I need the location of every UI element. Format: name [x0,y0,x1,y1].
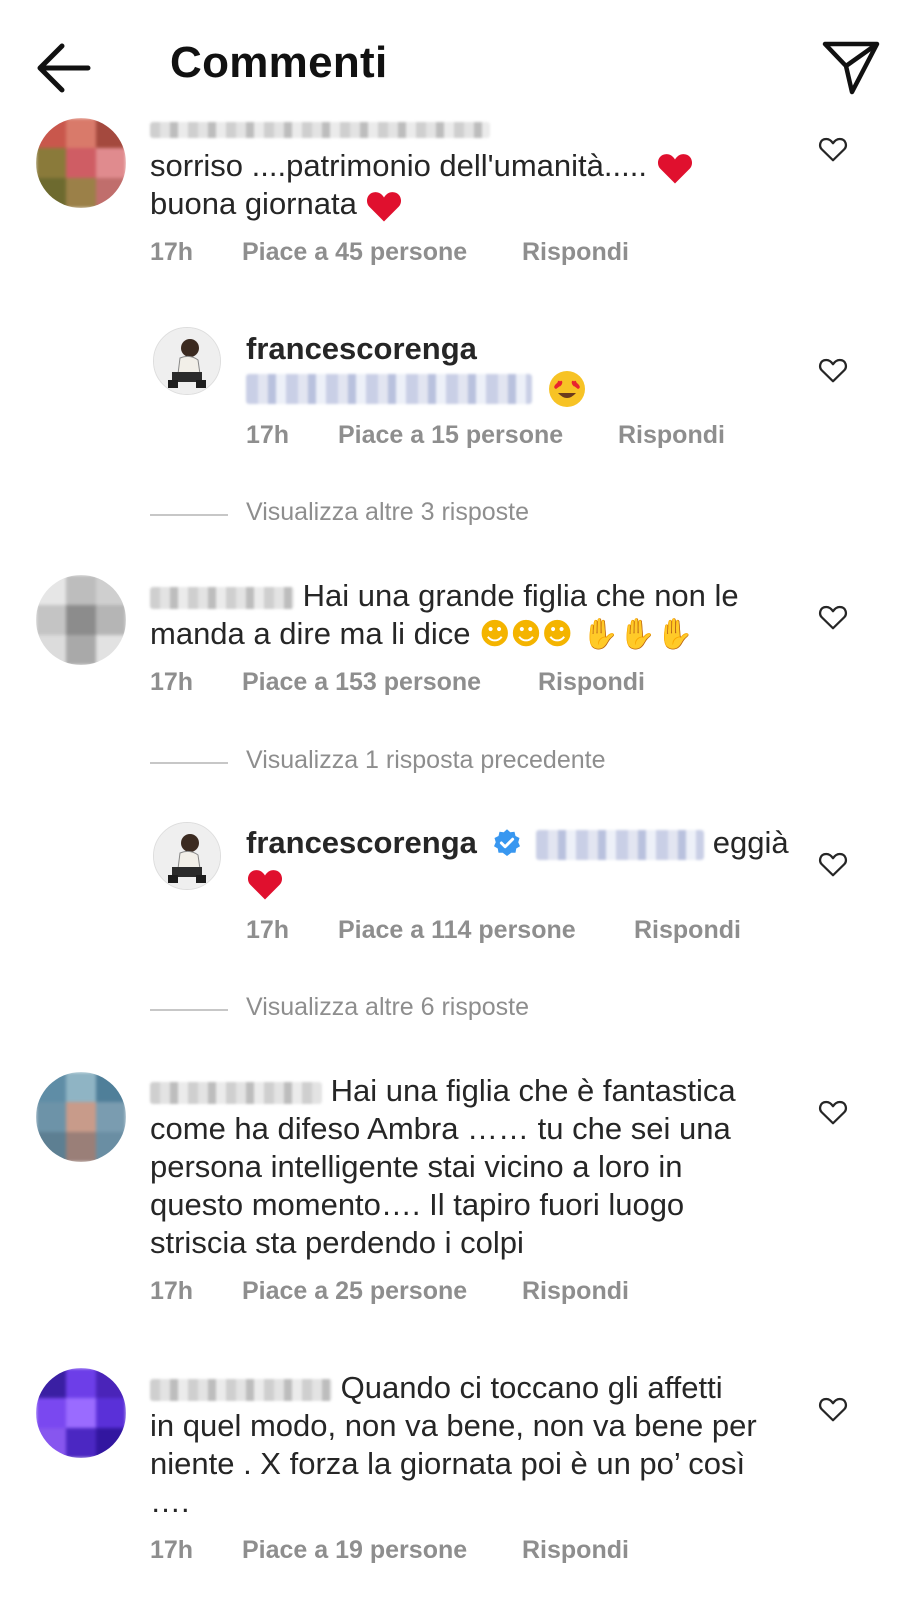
comment-text-line: Hai una figlia che è fantastica [330,1073,736,1108]
paper-plane-icon [822,41,880,95]
comment-text: buona giornata [150,184,403,224]
like-heart-icon[interactable] [818,603,848,631]
reply-button[interactable]: Rispondi [522,1277,629,1306]
red-heart-emoji-icon [247,869,283,900]
view-more-label: Visualizza altre 6 risposte [246,993,530,1021]
verified-badge-icon [493,829,520,856]
comment-text-line: manda a dire ma li dice [150,616,471,651]
view-more-label: Visualizza 1 risposta precedente [246,746,606,774]
arrow-left-icon [37,43,91,93]
comment-text-line: Quando ci toccano gli affetti [340,1370,723,1405]
comment-text: Hai una grande figlia che non le [150,576,739,616]
comment-text: manda a dire ma li dice ☻☻☻ ✋✋✋ [150,614,694,655]
reply-username[interactable]: francescorenga [246,825,477,860]
comment-time: 17h [150,1536,194,1564]
header-bar: Commenti [0,0,921,130]
comment-time: 17h [246,421,290,449]
avatar[interactable] [153,327,221,395]
comment-text-line: come ha difeso Ambra …… tu che sei una [150,1111,731,1146]
raising-hands-emoji-icon: ☻☻☻ [479,617,573,652]
reply-button[interactable]: Rispondi [522,1536,629,1565]
comment-text-line: striscia sta perdendo i colpi [150,1225,524,1260]
comment-text-line: questo momento…. Il tapiro fuori luogo [150,1187,685,1222]
avatar[interactable] [36,1368,126,1458]
avatar-image [36,1368,126,1458]
avatar-image [154,328,220,394]
like-heart-icon[interactable] [818,1098,848,1126]
mention-redacted[interactable] [536,829,705,860]
comment-text: Hai una figlia che è fantastica [150,1071,736,1111]
comment-time: 17h [150,238,194,266]
divider-line [150,1009,228,1011]
reply-button[interactable]: Rispondi [618,421,725,450]
comment-text [246,367,587,409]
likes-count-link[interactable]: Piace a 114 persone [338,916,576,945]
comment-text-line: Hai una grande figlia che non le [302,578,739,613]
likes-count-link[interactable]: Piace a 25 persone [242,1277,467,1306]
comment-time: 17h [150,668,194,696]
divider-line [150,514,228,516]
comment-text-line: persona intelligente stai vicino a loro … [150,1149,683,1184]
share-button[interactable] [820,36,882,98]
like-heart-icon[interactable] [818,850,848,878]
comment-username-redacted[interactable] [150,586,294,609]
heart-eyes-emoji-icon [548,370,585,407]
comment-text: francescorenga eggià [246,823,789,863]
red-heart-emoji-icon [367,191,402,222]
divider-line [150,762,228,764]
comment-text-line: in quel modo, non va bene, non va bene p… [150,1408,757,1443]
mention-redacted[interactable] [246,373,532,404]
red-heart-emoji-icon [657,153,692,184]
comment-username-redacted[interactable] [150,122,490,138]
comment-time: 17h [246,916,290,944]
reply-button[interactable]: Rispondi [634,916,741,945]
comment-text [246,862,284,902]
avatar-image [154,823,220,889]
reply-button[interactable]: Rispondi [522,238,629,267]
avatar[interactable] [36,118,126,208]
comment-text-line: sorriso ....patrimonio dell'umanità..... [150,148,647,183]
page-title: Commenti [170,38,388,87]
avatar[interactable] [36,575,126,665]
likes-count-link[interactable]: Piace a 15 persone [338,421,563,450]
avatar-image [36,118,126,208]
comment-text-line: …. [150,1484,190,1519]
comment-username-redacted[interactable] [150,1081,322,1104]
avatar[interactable] [153,822,221,890]
like-heart-icon[interactable] [818,1395,848,1423]
likes-count-link[interactable]: Piace a 45 persone [242,238,467,267]
comment-text: sorriso ....patrimonio dell'umanità..... [150,146,694,186]
like-heart-icon[interactable] [818,356,848,384]
reply-button[interactable]: Rispondi [538,668,645,697]
comment-text-line: niente . X forza la giornata poi è un po… [150,1446,746,1481]
like-heart-icon[interactable] [818,135,848,163]
likes-count-link[interactable]: Piace a 19 persone [242,1536,467,1565]
comment-username-redacted[interactable] [150,1378,332,1401]
clapping-hands-emoji-icon: ✋✋✋ [581,617,694,652]
back-button[interactable] [32,40,96,96]
comment-text: Quando ci toccano gli affetti [150,1368,723,1408]
avatar-image [36,575,126,665]
comment-time: 17h [150,1277,194,1305]
comment-text-line: eggià [712,825,789,860]
reply-username[interactable]: francescorenga [246,329,477,369]
avatar-image [36,1072,126,1162]
likes-count-link[interactable]: Piace a 153 persone [242,668,481,697]
view-more-label: Visualizza altre 3 risposte [246,498,530,526]
avatar[interactable] [36,1072,126,1162]
comment-text-line: buona giornata [150,186,357,221]
